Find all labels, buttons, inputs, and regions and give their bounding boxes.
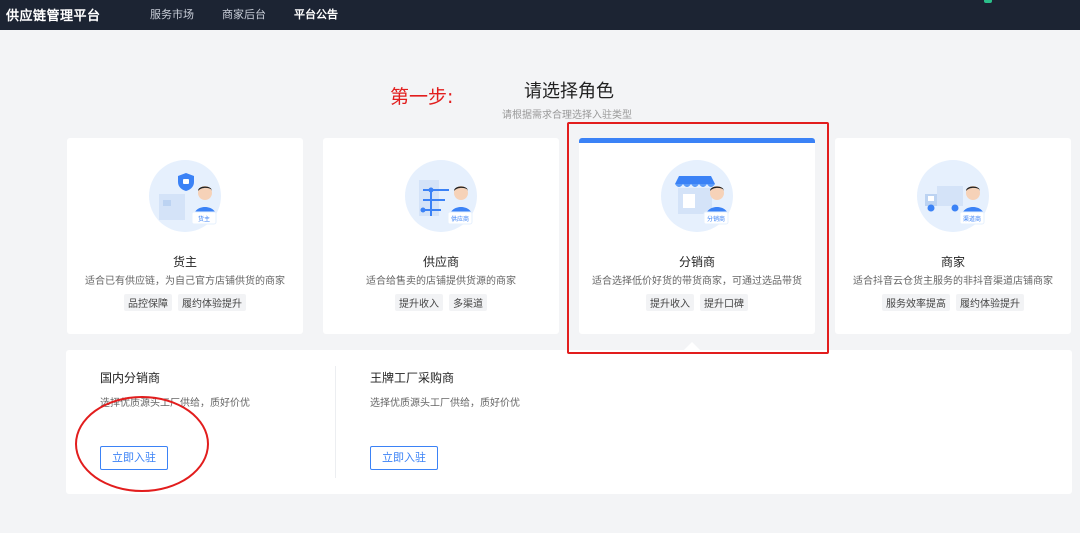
status-indicator [984,0,992,3]
option-factory-purchaser: 王牌工厂采购商 选择优质源头工厂供给，质好价优 [370,369,520,409]
role-title: 商家 [940,255,965,269]
role-badge-merchant: 渠道商 [963,215,981,223]
role-tags: 品控保障 履约体验提升 [67,294,303,311]
page-subtitle: 请根据需求合理选择入驻类型 [502,110,632,121]
role-desc: 适合给售卖的店铺提供货源的商家 [366,276,516,287]
role-tag: 提升口碑 [700,294,748,311]
role-desc: 适合已有供应链，为自己官方店铺供货的商家 [85,276,285,287]
role-tags: 提升收入 提升口碑 [579,294,815,311]
join-button-domestic-distributor[interactable]: 立即入驻 [100,446,168,470]
role-title: 供应商 [422,255,459,269]
page-title: 请选择角色 [524,81,614,102]
storefront-icon: 分销商 [661,160,733,232]
role-tag: 服务效率提高 [882,294,950,311]
step-annotation-label: 第一步: [390,86,454,108]
role-title: 分销商 [678,255,715,269]
role-tags: 提升收入 多渠道 [323,294,559,311]
sub-type-panel: 国内分销商 选择优质源头工厂供给，质好价优 立即入驻 王牌工厂采购商 选择优质源… [66,350,1072,494]
network-icon: 供应商 [405,160,477,232]
role-badge-distributor: 分销商 [707,215,725,223]
brand-title[interactable]: 供应链管理平台 [6,5,101,24]
role-card-merchant[interactable]: 渠道商 商家 适合抖音云仓货主服务的非抖音渠道店铺商家 服务效率提高 履约体验提… [835,138,1071,334]
role-tag: 多渠道 [449,294,487,311]
role-card-cargo-owner[interactable]: 货主 货主 适合已有供应链，为自己官方店铺供货的商家 品控保障 履约体验提升 [67,138,303,334]
role-tag: 履约体验提升 [956,294,1024,311]
role-desc: 适合选择低价好货的带货商家，可通过选品带货 [592,276,802,287]
role-tag: 提升收入 [646,294,694,311]
role-card-supplier[interactable]: 供应商 供应商 适合给售卖的店铺提供货源的商家 提升收入 多渠道 [323,138,559,334]
option-title: 国内分销商 [100,371,161,385]
role-badge-supplier: 供应商 [451,215,469,223]
role-tags: 服务效率提高 履约体验提升 [835,294,1071,311]
nav-service-market[interactable]: 服务市场 [150,6,194,22]
role-badge-cargo-owner: 货主 [198,215,210,223]
role-tag: 履约体验提升 [178,294,246,311]
top-nav-bar: 供应链管理平台 服务市场 商家后台 平台公告 [0,0,1080,30]
truck-icon: 渠道商 [917,160,989,232]
role-tag: 提升收入 [395,294,443,311]
join-button-factory-purchaser[interactable]: 立即入驻 [370,446,438,470]
panel-divider [335,366,336,478]
nav-platform-notice[interactable]: 平台公告 [294,6,338,22]
option-title: 王牌工厂采购商 [370,371,455,385]
nav-merchant-backend[interactable]: 商家后台 [222,6,266,22]
shield-bag-icon: 货主 [149,160,221,232]
option-desc: 选择优质源头工厂供给，质好价优 [370,398,520,409]
role-card-distributor[interactable]: 分销商 分销商 适合选择低价好货的带货商家，可通过选品带货 提升收入 提升口碑 [579,138,815,334]
option-domestic-distributor: 国内分销商 选择优质源头工厂供给，质好价优 [100,369,250,409]
role-tag: 品控保障 [124,294,172,311]
role-desc: 适合抖音云仓货主服务的非抖音渠道店铺商家 [853,276,1053,287]
option-desc: 选择优质源头工厂供给，质好价优 [100,398,250,409]
role-title: 货主 [172,255,197,269]
